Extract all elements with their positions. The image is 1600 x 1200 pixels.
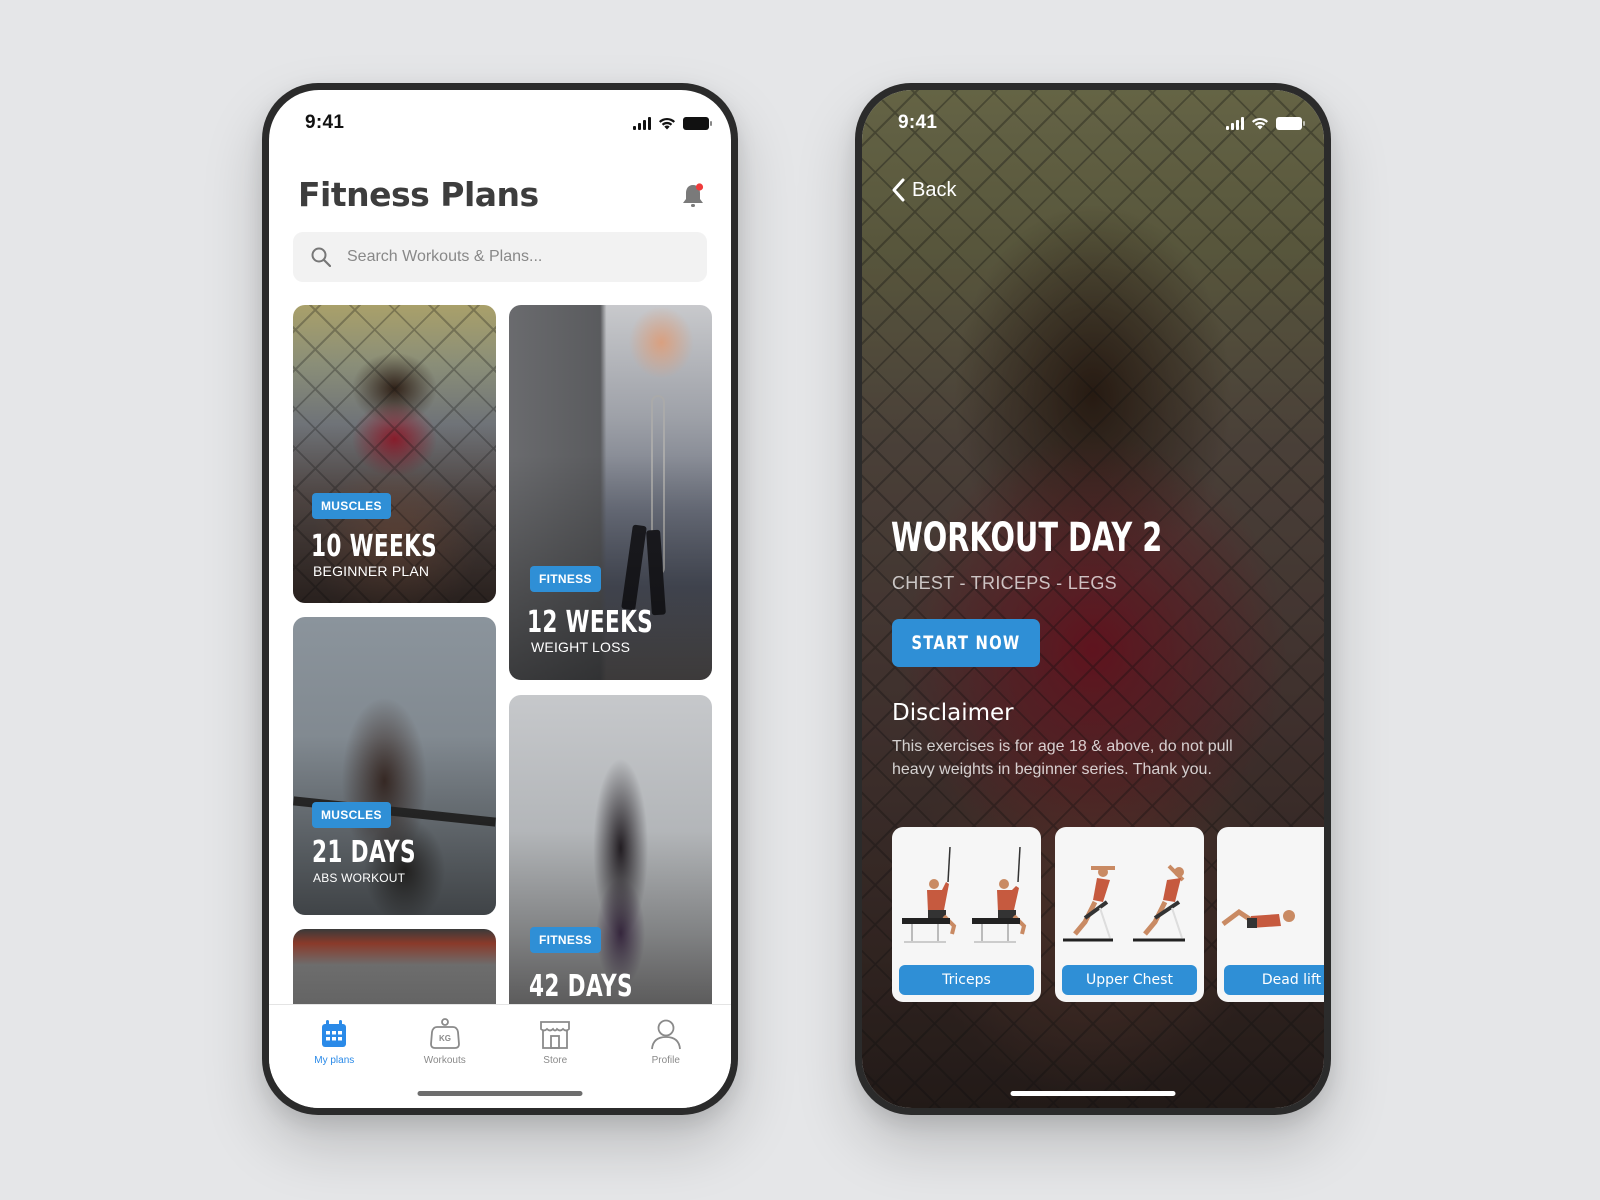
phone-workout-detail: 9:41 Back WORKOUT DAY 2 CHEST - TRICEPS … — [855, 83, 1331, 1115]
exercise-button[interactable]: Dead lift — [1224, 965, 1324, 995]
home-indicator — [417, 1091, 583, 1096]
tab-label: Workouts — [423, 1055, 466, 1066]
status-bar: 9:41 — [269, 90, 731, 140]
tab-profile[interactable]: Profile — [611, 1005, 722, 1108]
user-icon — [650, 1019, 681, 1050]
calendar-icon — [322, 1020, 347, 1047]
search-bar[interactable] — [293, 232, 707, 282]
notifications-button[interactable] — [680, 182, 706, 210]
page-title: Fitness Plans — [298, 175, 539, 214]
workout-detail-screen: 9:41 Back WORKOUT DAY 2 CHEST - TRICEPS … — [862, 90, 1324, 1108]
disclaimer-heading: Disclaimer — [892, 700, 1014, 726]
start-now-button[interactable]: START NOW — [892, 619, 1040, 667]
disclaimer-text: This exercises is for age 18 & above, do… — [892, 738, 1233, 778]
plans-grid: MUSCLES 10 WEEKS BEGINNER PLAN FITNESS 1… — [293, 305, 712, 1108]
battery-icon — [683, 116, 712, 130]
wifi-icon — [1252, 117, 1268, 129]
dead-lift-illustration — [1221, 908, 1295, 928]
plan-category-badge: MUSCLES — [312, 493, 391, 519]
status-icons — [633, 116, 712, 130]
plan-type: WEIGHT LOSS — [531, 639, 631, 655]
status-time: 9:41 — [305, 112, 345, 133]
tab-label: My plans — [314, 1055, 355, 1066]
search-input[interactable] — [347, 248, 667, 266]
exercise-card[interactable]: Dead lift — [1217, 827, 1324, 1002]
exercise-carousel[interactable]: Triceps Upper Chest Dead lift — [892, 827, 1324, 1002]
upper-chest-illustration — [1063, 864, 1185, 942]
tab-my-plans[interactable]: My plans — [279, 1005, 390, 1108]
plan-card[interactable]: FITNESS 12 WEEKS WEIGHT LOSS — [509, 305, 712, 680]
plan-duration: 42 DAYS — [529, 969, 633, 1004]
cellular-signal-icon — [633, 116, 651, 130]
phone-fitness-plans: 9:41 Fitness Plans Search Workouts & Pla… — [262, 83, 738, 1115]
exercise-button[interactable]: Triceps — [899, 965, 1034, 995]
wifi-icon — [659, 117, 675, 129]
back-label: Back — [912, 178, 957, 201]
plan-duration: 21 DAYS — [312, 835, 416, 870]
tab-label: Profile — [651, 1055, 680, 1066]
store-icon — [540, 1021, 571, 1049]
plan-category-badge: FITNESS — [530, 566, 601, 592]
triceps-illustration — [902, 846, 1027, 943]
chevron-left-icon — [892, 178, 905, 202]
status-bar: 9:41 — [862, 90, 1324, 140]
plan-duration: 10 WEEKS — [311, 529, 438, 564]
plan-type: BEGINNER PLAN — [313, 563, 430, 579]
status-time: 9:41 — [898, 112, 938, 133]
exercise-card[interactable]: Upper Chest — [1055, 827, 1204, 1002]
plan-type: ABS WORKOUT — [313, 871, 406, 885]
search-icon — [311, 247, 331, 267]
plan-category-badge: MUSCLES — [312, 802, 391, 828]
status-icons — [1226, 116, 1305, 130]
workout-muscle-groups: CHEST - TRICEPS - LEGS — [892, 573, 1117, 593]
plan-category-badge: FITNESS — [530, 927, 601, 953]
exercise-button[interactable]: Upper Chest — [1062, 965, 1197, 995]
kettlebell-icon: KG — [429, 1018, 460, 1049]
back-button[interactable]: Back — [892, 178, 956, 202]
workout-title: WORKOUT DAY 2 — [891, 515, 1163, 561]
notification-dot — [695, 183, 704, 191]
fitness-plans-screen: 9:41 Fitness Plans Search Workouts & Pla… — [269, 90, 731, 1108]
home-indicator — [1010, 1091, 1176, 1096]
tab-label: Store — [543, 1055, 568, 1066]
battery-icon — [1276, 116, 1305, 130]
bell-icon — [683, 183, 704, 207]
plan-card[interactable]: MUSCLES 21 DAYS ABS WORKOUT — [293, 617, 496, 915]
plan-card[interactable]: MUSCLES 10 WEEKS BEGINNER PLAN — [293, 305, 496, 603]
plan-card[interactable]: FITNESS 42 DAYS — [509, 695, 712, 1035]
kettlebell-icon-text: KG — [439, 1034, 451, 1043]
exercise-card[interactable]: Triceps — [892, 827, 1041, 1002]
plan-duration: 12 WEEKS — [527, 605, 654, 640]
cellular-signal-icon — [1226, 116, 1244, 130]
